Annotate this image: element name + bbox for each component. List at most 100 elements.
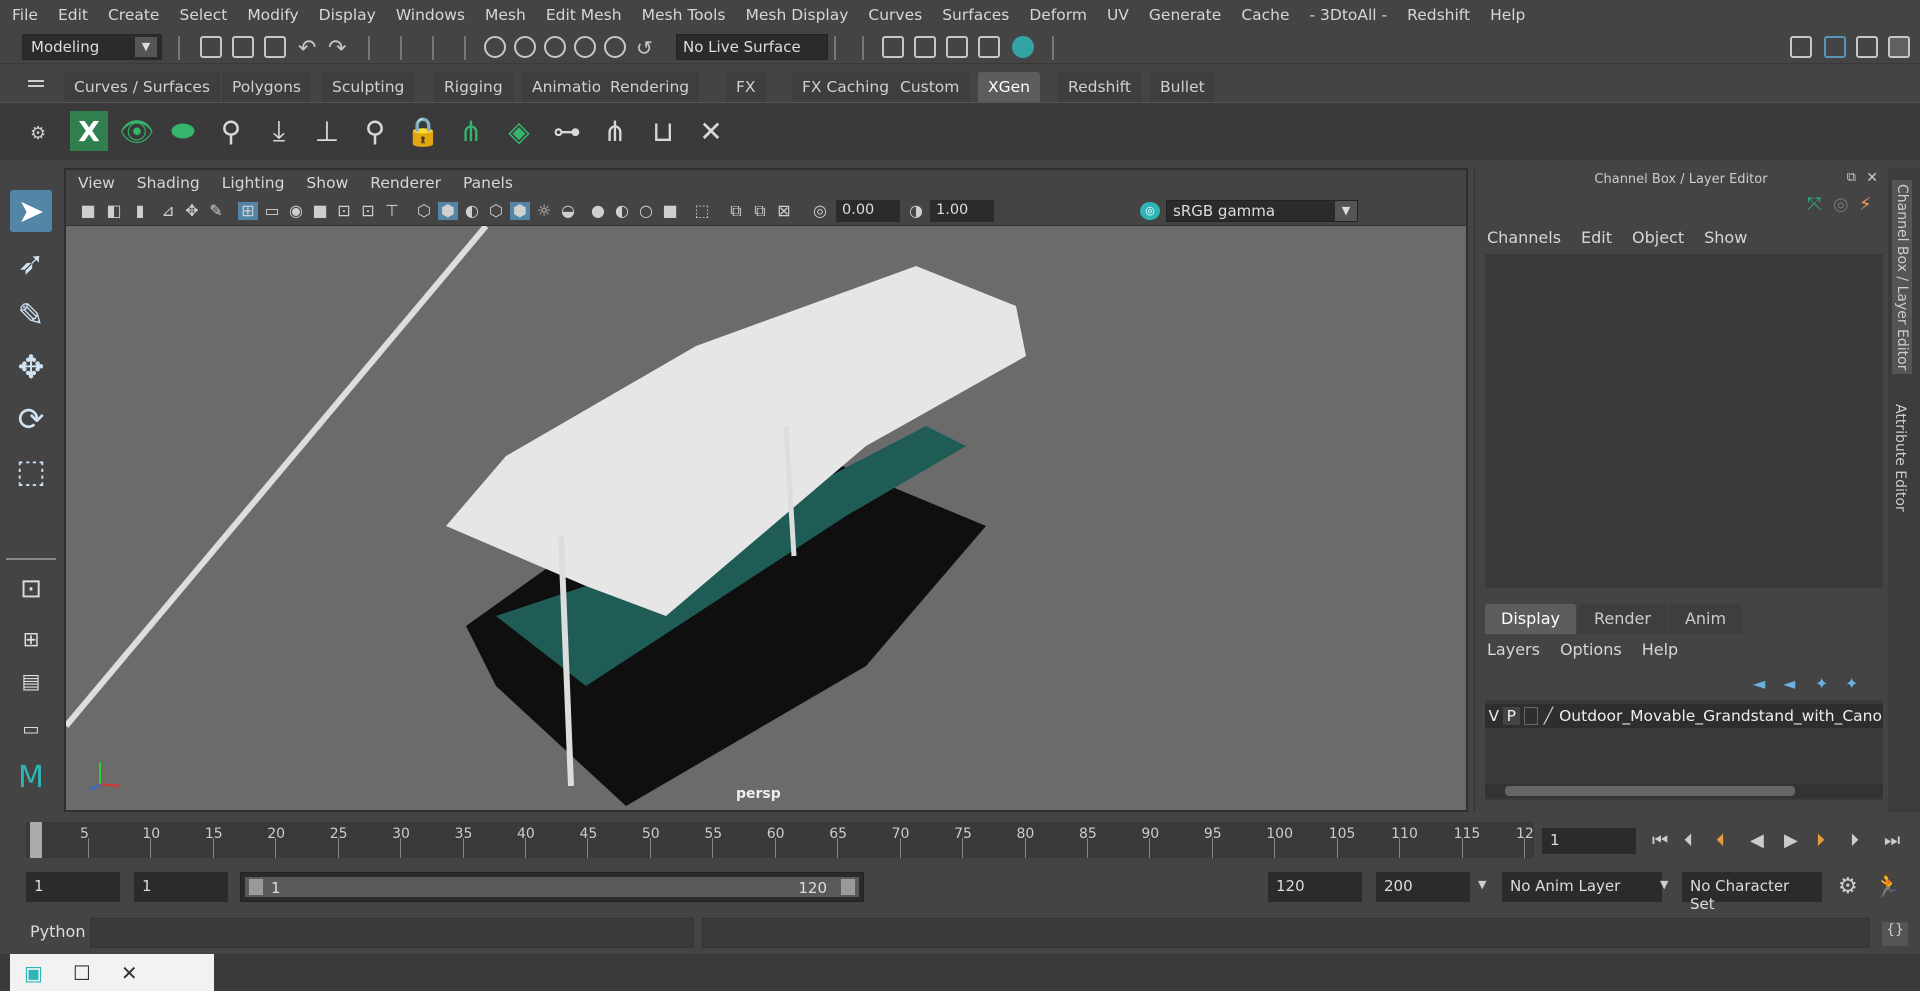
- scrollbar-thumb[interactable]: [1505, 786, 1795, 796]
- channel-menu-show[interactable]: Show: [1704, 228, 1747, 247]
- scale-tool-icon[interactable]: ⬚: [10, 450, 52, 492]
- xray-joints-icon[interactable]: ⧉: [750, 202, 770, 220]
- single-view-icon[interactable]: ⊡: [10, 568, 52, 610]
- display-type-toggle[interactable]: [1524, 707, 1538, 725]
- close-icon[interactable]: ✕: [121, 961, 138, 985]
- channel-menu-edit[interactable]: Edit: [1581, 228, 1612, 247]
- grid-icon[interactable]: ⊞: [238, 202, 258, 220]
- xgen-editor-icon[interactable]: X: [70, 111, 108, 151]
- menu-surfaces[interactable]: Surfaces: [942, 6, 1009, 24]
- save-scene-icon[interactable]: [264, 36, 286, 58]
- menu-redshift[interactable]: Redshift: [1407, 6, 1470, 24]
- menu-edit[interactable]: Edit: [58, 6, 88, 24]
- script-editor-icon[interactable]: {}: [1882, 922, 1908, 946]
- exposure-icon[interactable]: ◎: [810, 202, 830, 220]
- comb-icon[interactable]: ⋔: [596, 111, 634, 151]
- shelf-tab-fx-caching[interactable]: FX Caching: [792, 72, 900, 102]
- menu-edit-mesh[interactable]: Edit Mesh: [546, 6, 622, 24]
- layer-menu-layers[interactable]: Layers: [1487, 640, 1540, 659]
- gear-icon[interactable]: ⚙: [30, 123, 46, 144]
- end-frame-field[interactable]: 200: [1376, 872, 1470, 902]
- menu-file[interactable]: File: [12, 6, 38, 24]
- history-icon[interactable]: ◎: [1833, 194, 1849, 215]
- shelf-tab-rigging[interactable]: Rigging: [434, 72, 513, 102]
- shelf-tab-fx[interactable]: FX: [726, 72, 766, 102]
- shadows-icon[interactable]: ◒: [558, 202, 578, 220]
- xray-icon[interactable]: ⧉: [726, 202, 746, 220]
- viewport-menu-shading[interactable]: Shading: [137, 174, 200, 192]
- move-layer-up-icon[interactable]: ◄: [1753, 674, 1765, 693]
- camera-attributes-icon[interactable]: ◧: [104, 202, 124, 220]
- four-view-icon[interactable]: ⊞: [10, 618, 52, 660]
- play-backward-icon[interactable]: ◀: [1750, 830, 1764, 851]
- channel-box-side-tab[interactable]: Channel Box / Layer Editor: [1892, 180, 1912, 375]
- render-view-icon[interactable]: [882, 36, 904, 58]
- shelf-tab-sculpting[interactable]: Sculpting: [322, 72, 415, 102]
- render-settings-icon[interactable]: [978, 36, 1000, 58]
- resolution-gate-icon[interactable]: ◉: [286, 202, 306, 220]
- mode-dropdown[interactable]: Modeling ▼: [22, 34, 162, 60]
- place-guide-icon[interactable]: ⤓: [260, 111, 298, 151]
- default-material-icon[interactable]: ◐: [462, 202, 482, 220]
- snap-curve-icon[interactable]: [514, 36, 536, 58]
- motion-blur-icon[interactable]: ◐: [612, 202, 632, 220]
- current-time-marker[interactable]: [30, 822, 42, 858]
- menu-deform[interactable]: Deform: [1029, 6, 1087, 24]
- depth-of-field-icon[interactable]: ■: [660, 202, 680, 220]
- viewport-menu-view[interactable]: View: [78, 174, 115, 192]
- shelf-tab-rendering[interactable]: Rendering: [600, 72, 700, 102]
- viewport-menu-show[interactable]: Show: [306, 174, 348, 192]
- scene-model[interactable]: [66, 226, 1466, 810]
- menu-uv[interactable]: UV: [1107, 6, 1129, 24]
- menu-mesh-tools[interactable]: Mesh Tools: [642, 6, 726, 24]
- ipr-render-icon[interactable]: [946, 36, 968, 58]
- menu-mesh[interactable]: Mesh: [485, 6, 526, 24]
- lasso-tool-icon[interactable]: ➶: [10, 242, 52, 284]
- layers-icon[interactable]: [1888, 36, 1910, 58]
- range-start-handle[interactable]: [249, 879, 263, 895]
- textured-icon[interactable]: ⬢: [510, 202, 530, 220]
- safe-action-icon[interactable]: ⊡: [358, 202, 378, 220]
- snap-surface-icon[interactable]: [604, 36, 626, 58]
- lights-icon[interactable]: ☼: [534, 202, 554, 220]
- tab-anim[interactable]: Anim: [1668, 604, 1743, 634]
- live-surface-field[interactable]: No Live Surface: [676, 34, 828, 60]
- clump-icon[interactable]: ⊔: [644, 111, 682, 151]
- channel-box-toggle-icon[interactable]: [1824, 36, 1846, 58]
- new-layer-icon[interactable]: ✦: [1815, 674, 1828, 693]
- viewport-menu-panels[interactable]: Panels: [463, 174, 513, 192]
- rotate-tool-icon[interactable]: ⟳: [10, 398, 52, 440]
- groom-icon[interactable]: ⋔: [452, 111, 490, 151]
- channel-list[interactable]: [1485, 254, 1883, 588]
- density-icon[interactable]: ◈: [500, 111, 538, 151]
- chevron-down-icon[interactable]: ▼: [1660, 878, 1668, 891]
- range-slider-track[interactable]: 1 120: [245, 877, 859, 897]
- snap-point-icon[interactable]: [544, 36, 566, 58]
- tab-render[interactable]: Render: [1577, 604, 1667, 634]
- layer-menu-options[interactable]: Options: [1560, 640, 1622, 659]
- grease-pencil-icon[interactable]: ✎: [206, 202, 226, 220]
- command-input[interactable]: [90, 918, 694, 948]
- ambient-occlusion-icon[interactable]: ●: [588, 202, 608, 220]
- history-icon[interactable]: ↺: [636, 36, 658, 60]
- image-plane-icon[interactable]: ⊿: [158, 202, 178, 220]
- timeline-ruler[interactable]: 1510152025303540455055606570758085909510…: [26, 822, 1534, 858]
- add-spline-icon[interactable]: ⊥: [308, 111, 346, 151]
- render-frame-icon[interactable]: [914, 36, 936, 58]
- move-tool-icon[interactable]: ✥: [10, 346, 52, 388]
- field-chart-icon[interactable]: ⊡: [334, 202, 354, 220]
- outliner-icon[interactable]: ▭: [10, 708, 52, 750]
- lock-guide-icon[interactable]: 🔒: [404, 111, 442, 151]
- play-forward-icon[interactable]: ▶: [1784, 830, 1798, 851]
- menu-modify[interactable]: Modify: [247, 6, 298, 24]
- gate-mask-icon[interactable]: ■: [310, 202, 330, 220]
- preview-icon[interactable]: 👁: [118, 111, 156, 151]
- shelf-tab-polygons[interactable]: Polygons: [222, 72, 311, 102]
- undo-icon[interactable]: ↶: [298, 36, 320, 61]
- menu-generate[interactable]: Generate: [1149, 6, 1221, 24]
- layer-menu-help[interactable]: Help: [1642, 640, 1678, 659]
- playback-options-icon[interactable]: ⚙: [1838, 874, 1858, 899]
- move-layer-down-icon[interactable]: ◄: [1783, 674, 1795, 693]
- isolate-select-icon[interactable]: ⬚: [692, 202, 712, 220]
- minimized-window[interactable]: ▣ ☐ ✕: [10, 954, 214, 991]
